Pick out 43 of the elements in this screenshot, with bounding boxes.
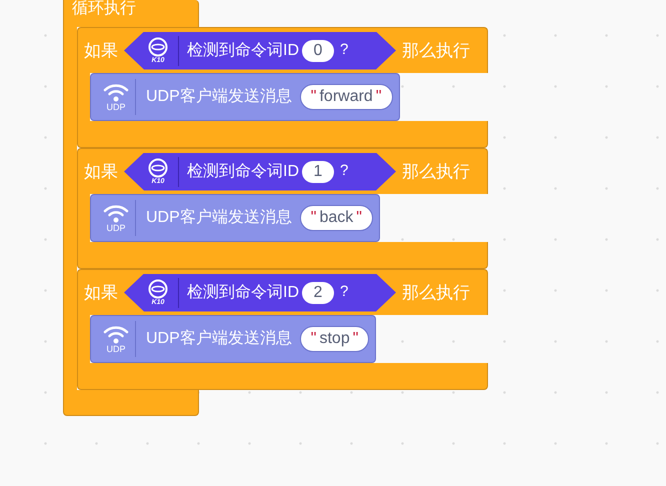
- block-label: 那么执行: [402, 282, 470, 304]
- number-field[interactable]: 2: [302, 282, 334, 304]
- block-label: UDP客户端发送消息: [146, 86, 292, 107]
- quote-mark: ": [352, 329, 358, 349]
- field-value: back: [319, 208, 354, 228]
- block-label: 如果: [84, 160, 118, 183]
- block-label: 检测到命令词ID: [187, 162, 299, 182]
- badge-label: UDP: [106, 102, 126, 112]
- field-value: forward: [319, 87, 373, 107]
- quote-mark: ": [310, 329, 316, 349]
- field-value: stop: [319, 329, 350, 349]
- block-label: 那么执行: [402, 40, 470, 62]
- number-field[interactable]: 1: [302, 160, 334, 182]
- udp-block[interactable]: UDP UDP客户端发送消息 " forward ": [90, 73, 400, 121]
- badge-label: UDP: [106, 344, 126, 354]
- number-field[interactable]: 0: [302, 40, 334, 62]
- text-field[interactable]: " back ": [300, 205, 373, 231]
- block-label: 检测到命令词ID: [187, 40, 299, 60]
- block-label: UDP客户端发送消息: [146, 328, 292, 349]
- ring-icon: [148, 158, 168, 178]
- udp-block[interactable]: UDP UDP客户端发送消息 " back ": [90, 194, 380, 242]
- ring-icon: [148, 36, 168, 56]
- block-label: 如果: [84, 40, 118, 62]
- block-label: 循环执行: [72, 0, 136, 18]
- ring-icon: [148, 278, 168, 298]
- wifi-icon: [103, 324, 129, 344]
- wifi-icon: [103, 82, 129, 102]
- question-mark: ?: [340, 282, 348, 302]
- question-mark: ?: [340, 161, 348, 182]
- block-label: 检测到命令词ID: [187, 282, 299, 302]
- block-label: 那么执行: [402, 160, 470, 183]
- block-label: UDP客户端发送消息: [146, 208, 292, 228]
- quote-mark: ": [310, 208, 316, 228]
- udp-block[interactable]: UDP UDP客户端发送消息 " stop ": [90, 315, 376, 363]
- text-field[interactable]: " stop ": [300, 326, 370, 352]
- quote-mark: ": [356, 208, 362, 228]
- badge-label: UDP: [106, 223, 126, 233]
- question-mark: ?: [340, 40, 348, 60]
- block-label: 如果: [84, 282, 118, 304]
- text-field[interactable]: " forward ": [300, 84, 393, 110]
- wifi-icon: [103, 203, 129, 223]
- quote-mark: ": [376, 87, 382, 107]
- quote-mark: ": [310, 87, 316, 107]
